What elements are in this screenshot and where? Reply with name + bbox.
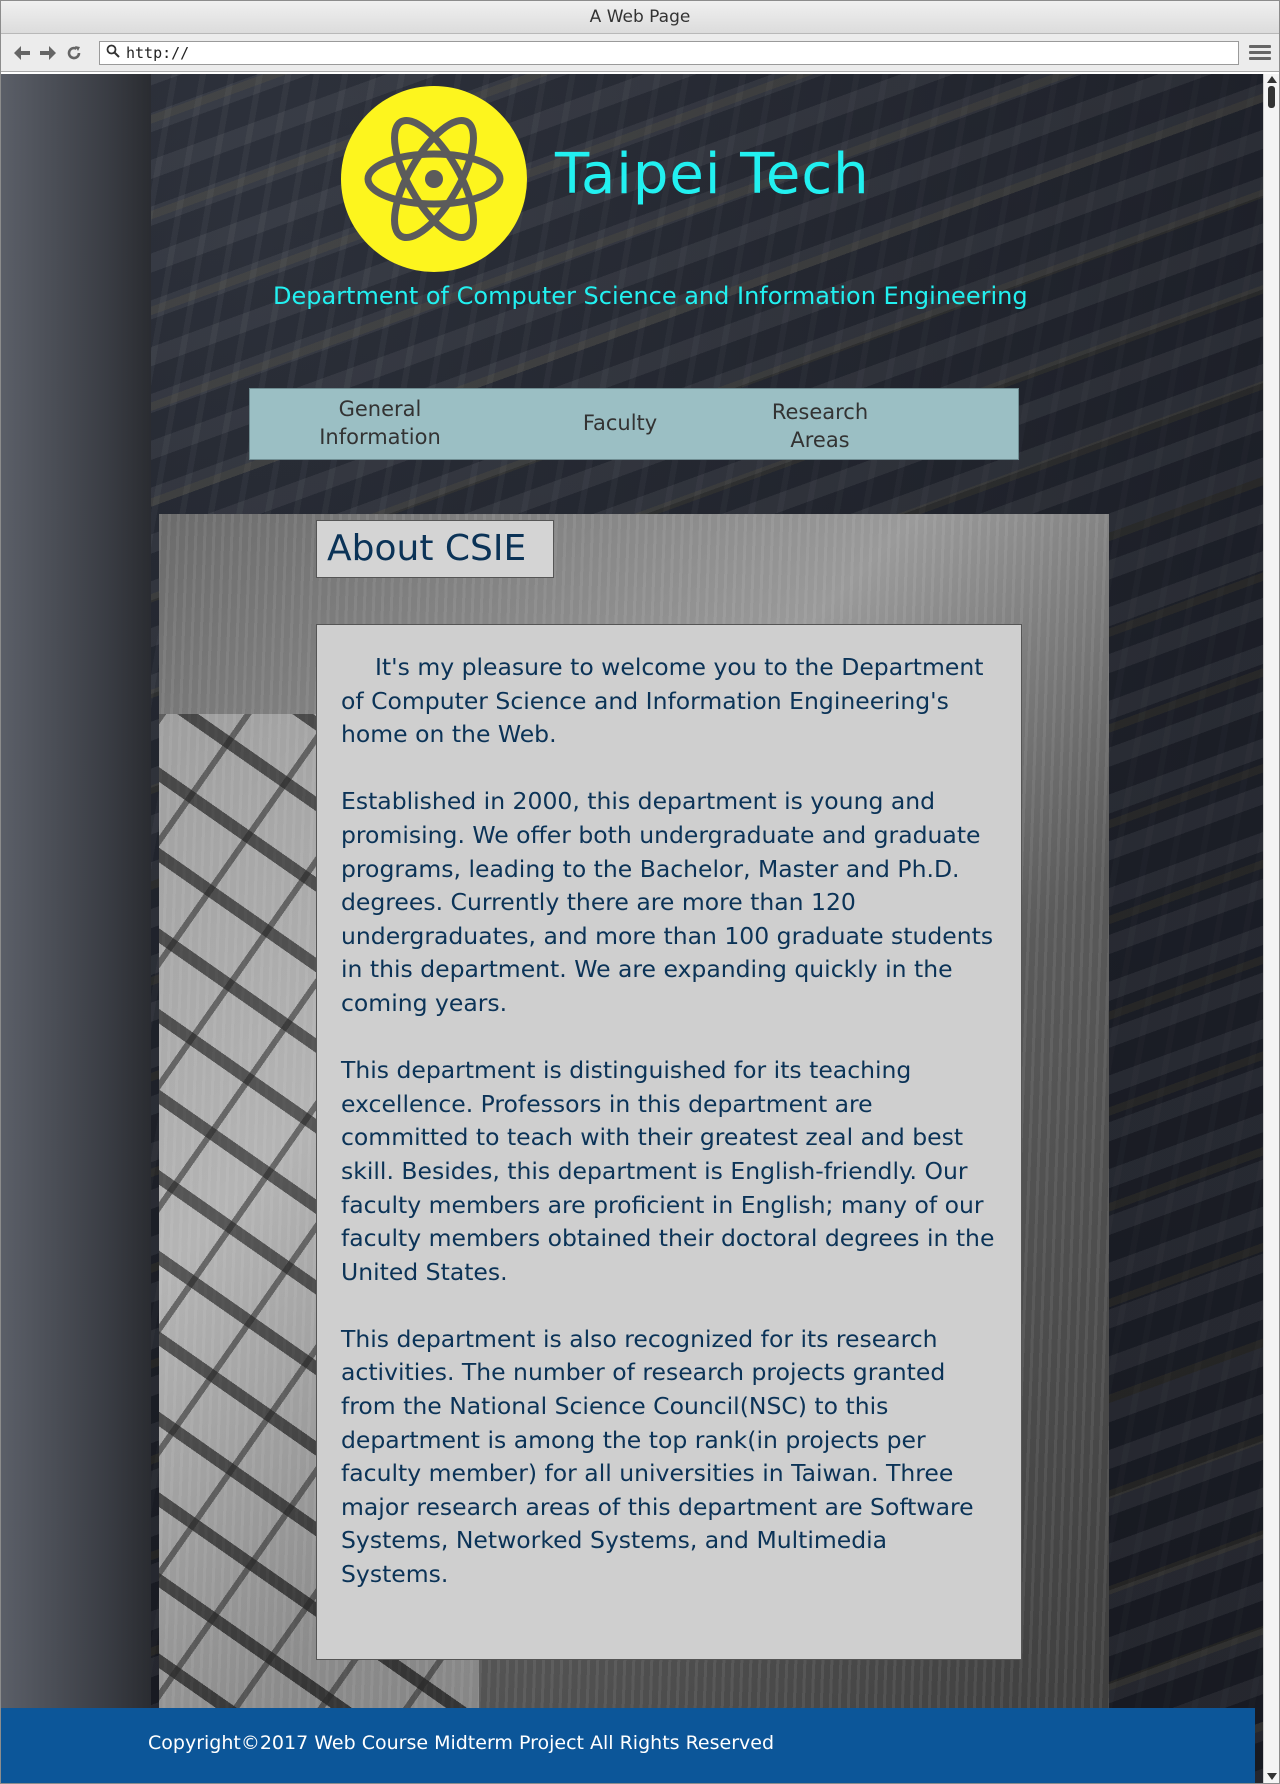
background-monitor-edge: [1, 74, 151, 1783]
scroll-up-arrow-icon[interactable]: [1267, 76, 1277, 83]
forward-arrow-icon[interactable]: [35, 40, 61, 66]
nav-label-line: Research: [771, 400, 869, 424]
address-bar[interactable]: http://: [99, 40, 1239, 65]
site-title: Taipei Tech: [555, 142, 870, 207]
nav-research-areas[interactable]: Research Areas: [750, 398, 890, 454]
hamburger-menu-icon[interactable]: [1249, 45, 1271, 60]
url-text: http://: [126, 43, 190, 62]
about-paragraph: This department is also recognized for i…: [341, 1324, 974, 1589]
nav-label-line: Areas: [790, 428, 850, 452]
browser-window: A Web Page http:// Taipei Tech Departmen…: [0, 0, 1280, 1784]
about-paragraph: Established in 2000, this department is …: [341, 787, 994, 1017]
atom-icon: [341, 86, 527, 272]
nav-faculty[interactable]: Faculty: [550, 409, 690, 437]
reload-icon[interactable]: [61, 40, 87, 66]
browser-toolbar: http://: [1, 34, 1279, 72]
main-nav: General Information Faculty Research Are…: [249, 388, 1019, 460]
nav-label-line: Faculty: [582, 411, 658, 435]
page-viewport: Taipei Tech Department of Computer Scien…: [1, 74, 1263, 1783]
nav-general-information[interactable]: General Information: [310, 395, 450, 451]
scroll-thumb[interactable]: [1268, 86, 1275, 108]
about-content: It's my pleasure to welcome you to the D…: [316, 624, 1022, 1660]
scroll-down-arrow-icon[interactable]: [1267, 1773, 1277, 1780]
about-paragraph: This department is distinguished for its…: [341, 1056, 995, 1286]
footer-copyright: Copyright©2017 Web Course Midterm Projec…: [148, 1732, 775, 1754]
nav-label-line: General: [338, 397, 422, 421]
site-subtitle: Department of Computer Science and Infor…: [273, 282, 1028, 310]
window-titlebar: A Web Page: [1, 1, 1279, 34]
back-arrow-icon[interactable]: [9, 40, 35, 66]
about-heading: About CSIE: [316, 520, 554, 578]
nav-label-line: Information: [319, 425, 441, 449]
window-title: A Web Page: [589, 7, 691, 27]
page-footer: Copyright©2017 Web Course Midterm Projec…: [1, 1708, 1255, 1783]
vertical-scrollbar[interactable]: [1263, 74, 1279, 1783]
search-icon: [106, 44, 120, 62]
about-paragraph: It's my pleasure to welcome you to the D…: [341, 653, 984, 749]
